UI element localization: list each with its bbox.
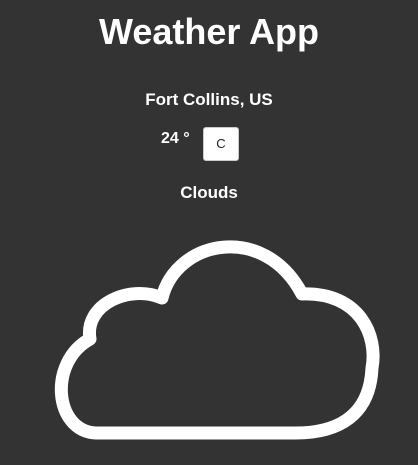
temperature-row: 24 ° C: [0, 127, 418, 163]
unit-toggle-button[interactable]: C: [203, 127, 239, 161]
app-title: Weather App: [98, 11, 320, 52]
weather-condition: Clouds: [180, 183, 238, 202]
cloud-icon: [54, 240, 380, 440]
cloud-outline: [54, 240, 380, 440]
temperature-value: 24 °: [161, 130, 190, 147]
location-label: Fort Collins, US: [145, 90, 273, 109]
